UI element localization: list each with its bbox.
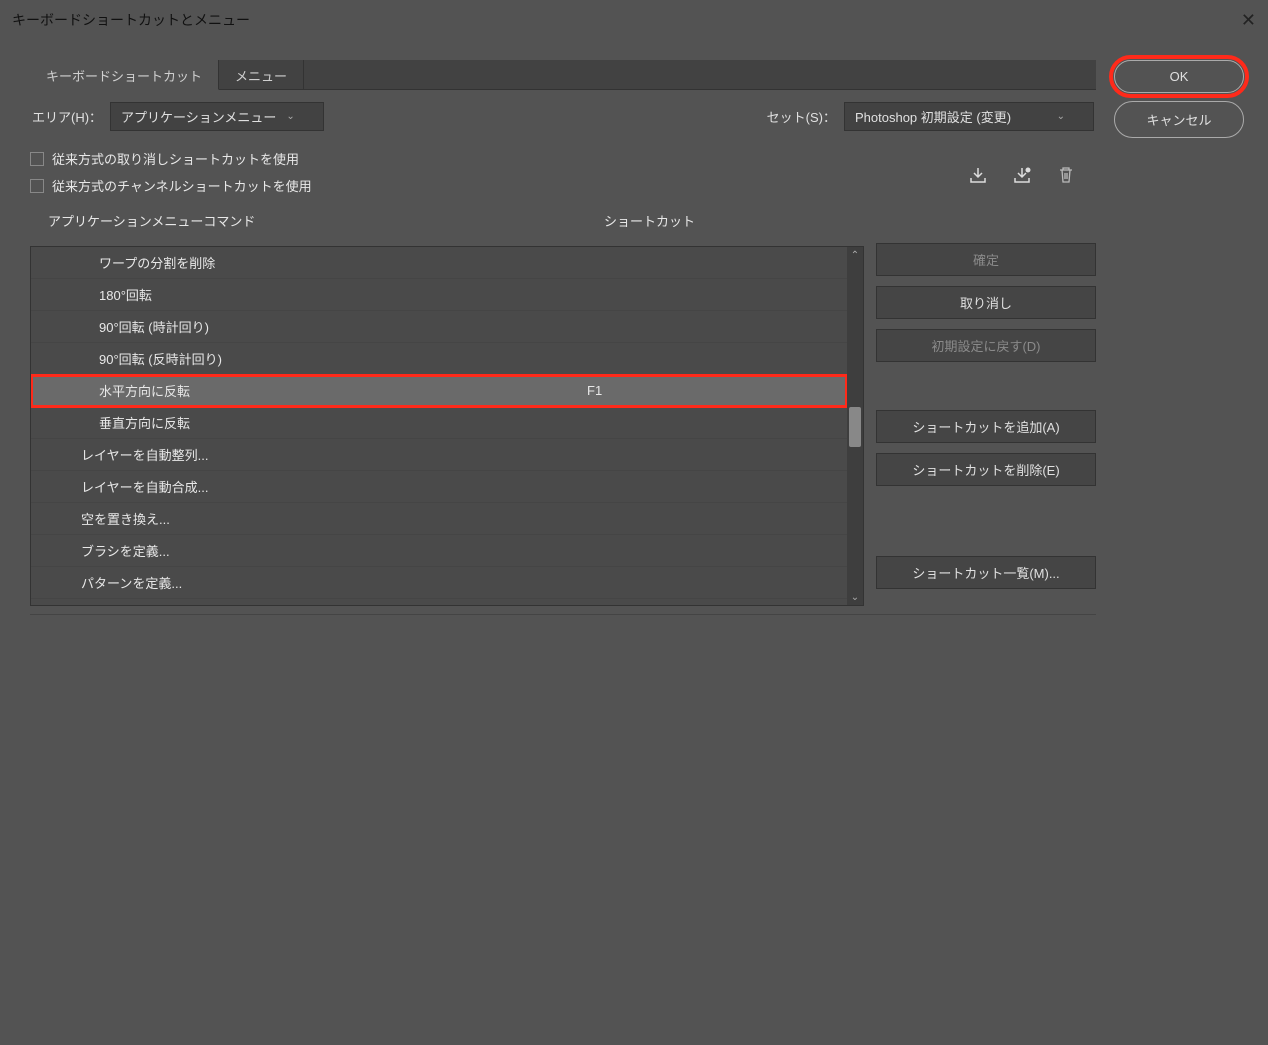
command-cell: 180°回転 (99, 285, 587, 304)
table-row[interactable]: 90°回転 (反時計回り) (31, 343, 847, 375)
area-label: エリア(H)： (32, 107, 102, 126)
command-cell: 空を置き換え... (81, 509, 587, 528)
table-row[interactable]: パターンを定義... (31, 567, 847, 599)
command-cell: ワープの分割を削除 (99, 253, 587, 272)
command-cell: 90°回転 (反時計回り) (99, 349, 587, 368)
set-value: Photoshop 初期設定 (変更) (855, 107, 1011, 126)
save-set-icon[interactable] (968, 165, 988, 185)
summarize-button[interactable]: ショートカット一覧(M)... (876, 556, 1096, 589)
column-header-command: アプリケーションメニューコマンド (48, 211, 604, 230)
command-cell: レイヤーを自動整列... (81, 445, 587, 464)
table-row[interactable]: ブラシを定義... (31, 535, 847, 567)
table-row[interactable]: 垂直方向に反転 (31, 407, 847, 439)
area-value: アプリケーションメニュー (121, 107, 276, 126)
delete-set-icon[interactable] (1056, 165, 1076, 185)
command-cell: 水平方向に反転 (99, 381, 587, 400)
chevron-down-icon: ⌄ (1057, 111, 1065, 122)
tabs: キーボードショートカット メニュー (30, 60, 1096, 90)
scroll-down-icon[interactable]: ⌄ (847, 589, 863, 605)
scroll-thumb[interactable] (849, 407, 861, 447)
table-row[interactable]: 空を置き換え... (31, 503, 847, 535)
window-title: キーボードショートカットとメニュー (12, 10, 250, 30)
delete-shortcut-button[interactable]: ショートカットを削除(E) (876, 453, 1096, 486)
table-row[interactable]: レイヤーを自動整列... (31, 439, 847, 471)
table-row[interactable]: ワープの分割を削除 (31, 247, 847, 279)
close-icon[interactable]: ✕ (1241, 10, 1256, 31)
accept-button[interactable]: 確定 (876, 243, 1096, 276)
legacy-undo-checkbox[interactable] (30, 152, 44, 166)
command-cell: レイヤーを自動合成... (81, 477, 587, 496)
command-cell: 垂直方向に反転 (99, 413, 587, 432)
undo-button[interactable]: 取り消し (876, 286, 1096, 319)
tab-menus[interactable]: メニュー (219, 60, 304, 89)
ok-button[interactable]: OK (1114, 60, 1244, 93)
table-row[interactable]: 90°回転 (時計回り) (31, 311, 847, 343)
scrollbar[interactable]: ⌃ ⌄ (847, 247, 863, 605)
table-row[interactable]: 180°回転 (31, 279, 847, 311)
area-dropdown[interactable]: アプリケーションメニュー ⌄ (110, 102, 324, 131)
add-shortcut-button[interactable]: ショートカットを追加(A) (876, 410, 1096, 443)
chevron-down-icon: ⌄ (286, 111, 294, 122)
table-row[interactable]: レイヤーを自動合成... (31, 471, 847, 503)
set-dropdown[interactable]: Photoshop 初期設定 (変更) ⌄ (844, 102, 1094, 131)
command-cell: ブラシを定義... (81, 541, 587, 560)
use-default-button[interactable]: 初期設定に戻す(D) (876, 329, 1096, 362)
set-label: セット(S)： (767, 107, 836, 126)
command-cell: 90°回転 (時計回り) (99, 317, 587, 336)
scroll-up-icon[interactable]: ⌃ (847, 247, 863, 263)
shortcut-cell[interactable]: F1 (587, 383, 847, 398)
column-header-shortcut: ショートカット (604, 211, 864, 230)
table-row[interactable]: 水平方向に反転F1 (31, 375, 847, 407)
save-as-set-icon[interactable] (1012, 165, 1032, 185)
tab-shortcuts[interactable]: キーボードショートカット (30, 60, 219, 90)
cancel-button[interactable]: キャンセル (1114, 101, 1244, 138)
shortcut-table: ワープの分割を削除 180°回転 90°回転 (時計回り) 90°回転 (反時計回り)… (31, 247, 847, 605)
command-cell: パターンを定義... (81, 573, 587, 592)
